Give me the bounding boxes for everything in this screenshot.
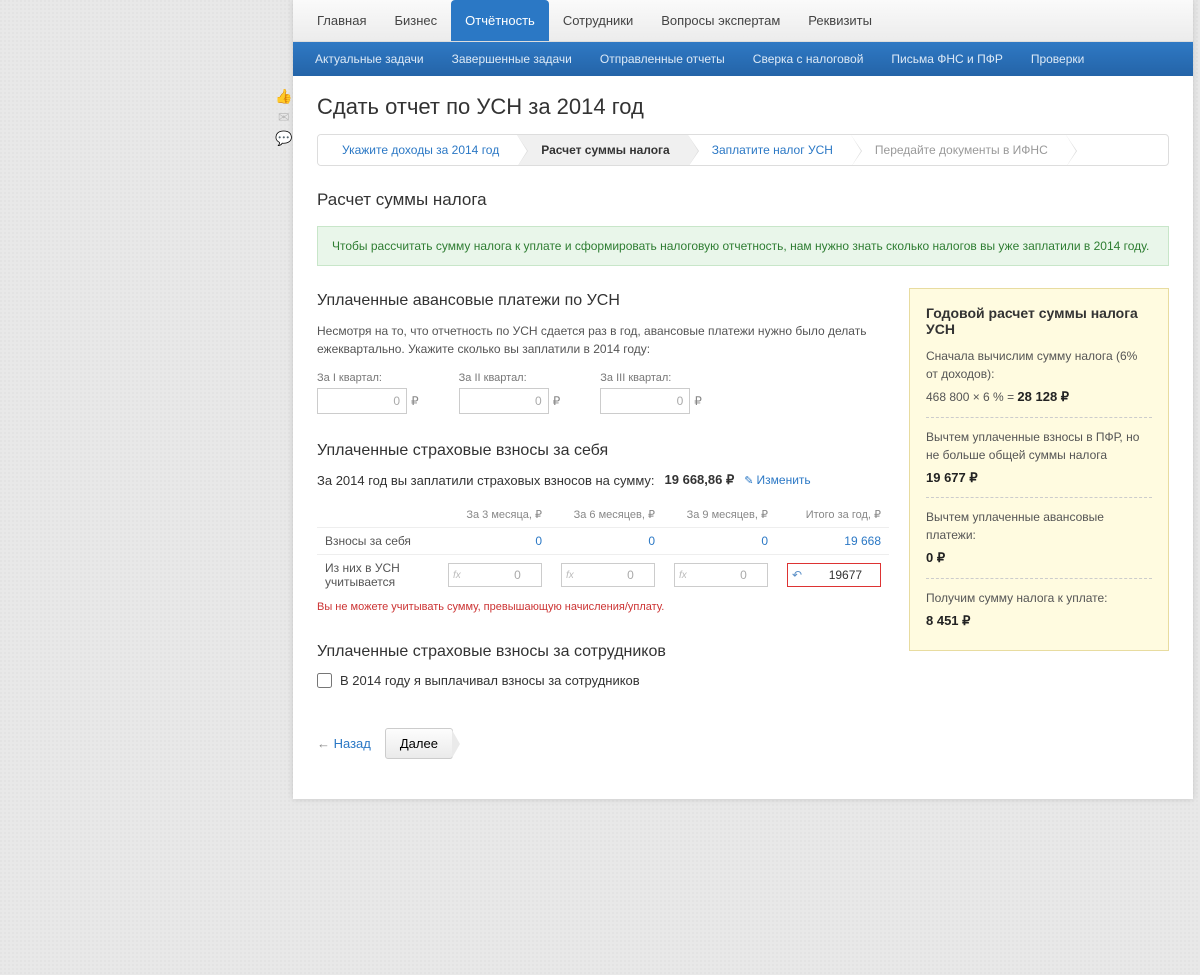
row2-label: Из них в УСН учитывается bbox=[317, 555, 437, 596]
paid-prefix: За 2014 год вы заплатили страховых взнос… bbox=[317, 473, 655, 488]
sidebar-val3: 0 ₽ bbox=[926, 550, 945, 565]
mail-icon[interactable]: ✉ bbox=[278, 109, 290, 126]
section-heading: Расчет суммы налога bbox=[317, 190, 1169, 210]
ruble-icon: ₽ bbox=[411, 394, 419, 408]
col-3m: За 3 месяца, ₽ bbox=[437, 502, 550, 528]
quarter-row: За I квартал: ₽ За II квартал: ₽ bbox=[317, 372, 889, 414]
change-link[interactable]: Изменить bbox=[744, 473, 810, 487]
nav-reporting[interactable]: Отчётность bbox=[451, 0, 549, 41]
nav-business[interactable]: Бизнес bbox=[380, 0, 451, 41]
row1-label: Взносы за себя bbox=[317, 528, 437, 555]
col-blank bbox=[317, 502, 437, 528]
col-9m: За 9 месяцев, ₽ bbox=[663, 502, 776, 528]
page-title: Сдать отчет по УСН за 2014 год bbox=[317, 94, 1169, 120]
next-button[interactable]: Далее bbox=[385, 728, 453, 759]
fx-icon: fx bbox=[449, 570, 465, 581]
back-link[interactable]: Назад bbox=[317, 736, 371, 751]
info-banner: Чтобы рассчитать сумму налога к уплате и… bbox=[317, 226, 1169, 266]
fx-cell-9m[interactable]: fx bbox=[674, 563, 768, 587]
q3-label: За III квартал: bbox=[600, 372, 702, 384]
subnav-letters[interactable]: Письма ФНС и ПФР bbox=[879, 52, 1014, 66]
fx-icon: fx bbox=[675, 570, 691, 581]
col-year: Итого за год, ₽ bbox=[776, 502, 889, 528]
sidebar-line3: Вычтем уплаченные авансовые платежи: bbox=[926, 508, 1152, 544]
step-calc[interactable]: Расчет суммы налога bbox=[517, 135, 688, 165]
employees-checkbox[interactable] bbox=[317, 673, 332, 688]
row1-v3[interactable]: 0 bbox=[663, 528, 776, 555]
error-text: Вы не можете учитывать сумму, превышающу… bbox=[317, 601, 889, 613]
table-row: Из них в УСН учитывается fx fx fx ↶ bbox=[317, 555, 889, 596]
sidebar-formula: 468 800 × 6 % = bbox=[926, 390, 1017, 404]
sidebar-line2: Вычтем уплаченные взносы в ПФР, но не бо… bbox=[926, 428, 1152, 464]
insurance-heading: Уплаченные страховые взносы за себя bbox=[317, 442, 889, 460]
content: Сдать отчет по УСН за 2014 год Укажите д… bbox=[293, 76, 1193, 799]
fx-cell-6m[interactable]: fx bbox=[561, 563, 655, 587]
sub-nav: Актуальные задачи Завершенные задачи Отп… bbox=[293, 42, 1193, 76]
sidebar-val2: 19 677 ₽ bbox=[926, 470, 978, 485]
row1-v1[interactable]: 0 bbox=[437, 528, 550, 555]
nav-experts[interactable]: Вопросы экспертам bbox=[647, 0, 794, 41]
paid-amount: 19 668,86 ₽ bbox=[665, 472, 735, 488]
nav-main[interactable]: Главная bbox=[303, 0, 380, 41]
subnav-checks[interactable]: Проверки bbox=[1019, 52, 1097, 66]
sidebar-val4: 8 451 ₽ bbox=[926, 613, 970, 628]
col-6m: За 6 месяцев, ₽ bbox=[550, 502, 663, 528]
chat-icon[interactable]: 💬 bbox=[275, 130, 292, 147]
q1-label: За I квартал: bbox=[317, 372, 419, 384]
sidebar-title: Годовой расчет суммы налога УСН bbox=[926, 305, 1152, 337]
sidebar-line4: Получим сумму налога к уплате: bbox=[926, 589, 1152, 607]
paid-line: За 2014 год вы заплатили страховых взнос… bbox=[317, 472, 889, 488]
fx-cell-3m[interactable]: fx bbox=[448, 563, 542, 587]
ruble-icon: ₽ bbox=[553, 394, 561, 408]
contrib-table: За 3 месяца, ₽ За 6 месяцев, ₽ За 9 меся… bbox=[317, 502, 889, 595]
q2-input[interactable] bbox=[459, 388, 549, 414]
thumbs-up-icon[interactable]: 👍 bbox=[275, 88, 292, 105]
fx-icon: fx bbox=[562, 570, 578, 581]
employees-heading: Уплаченные страховые взносы за сотрудник… bbox=[317, 643, 889, 661]
sidebar-formula-result: 28 128 ₽ bbox=[1017, 389, 1069, 404]
step-pay[interactable]: Заплатите налог УСН bbox=[688, 135, 851, 165]
step-send[interactable]: Передайте документы в ИФНС bbox=[851, 135, 1066, 165]
advance-heading: Уплаченные авансовые платежи по УСН bbox=[317, 292, 889, 310]
subnav-actual[interactable]: Актуальные задачи bbox=[303, 52, 436, 66]
revert-icon[interactable]: ↶ bbox=[788, 568, 806, 582]
q3-input[interactable] bbox=[600, 388, 690, 414]
fx-cell-year[interactable]: ↶ bbox=[787, 563, 881, 587]
subnav-reconcile[interactable]: Сверка с налоговой bbox=[741, 52, 876, 66]
calc-sidebar: Годовой расчет суммы налога УСН Сначала … bbox=[909, 288, 1169, 651]
q1-input[interactable] bbox=[317, 388, 407, 414]
employees-checkbox-label: В 2014 году я выплачивал взносы за сотру… bbox=[340, 673, 640, 688]
nav-details[interactable]: Реквизиты bbox=[794, 0, 886, 41]
subnav-done[interactable]: Завершенные задачи bbox=[440, 52, 584, 66]
step-income[interactable]: Укажите доходы за 2014 год bbox=[318, 135, 517, 165]
advance-hint: Несмотря на то, что отчетность по УСН сд… bbox=[317, 322, 889, 358]
row1-v4[interactable]: 19 668 bbox=[776, 528, 889, 555]
q2-label: За II квартал: bbox=[459, 372, 561, 384]
table-row: Взносы за себя 0 0 0 19 668 bbox=[317, 528, 889, 555]
subnav-sent[interactable]: Отправленные отчеты bbox=[588, 52, 737, 66]
nav-employees[interactable]: Сотрудники bbox=[549, 0, 647, 41]
row1-v2[interactable]: 0 bbox=[550, 528, 663, 555]
sidebar-line1: Сначала вычислим сумму налога (6% от дох… bbox=[926, 347, 1152, 383]
wizard-steps: Укажите доходы за 2014 год Расчет суммы … bbox=[317, 134, 1169, 166]
app-frame: Главная Бизнес Отчётность Сотрудники Воп… bbox=[293, 0, 1193, 799]
ruble-icon: ₽ bbox=[694, 394, 702, 408]
top-nav: Главная Бизнес Отчётность Сотрудники Воп… bbox=[293, 0, 1193, 42]
